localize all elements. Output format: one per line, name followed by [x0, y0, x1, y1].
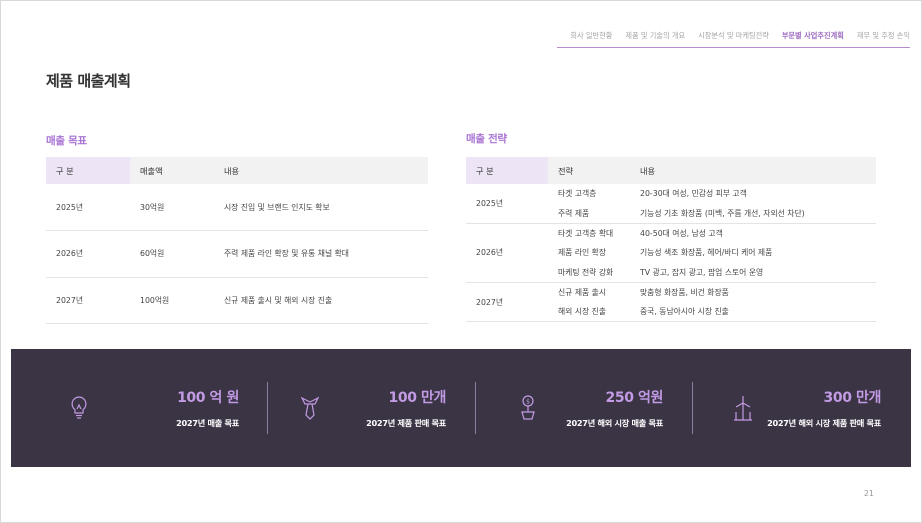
cell-amount: 60억원: [130, 230, 214, 278]
cell-content: 주력 제품 라인 확장 및 유통 채널 확대: [214, 230, 428, 278]
cell-amount: 100억원: [130, 277, 214, 324]
header-strategy: 전략: [548, 157, 630, 184]
cell-content: 기능성 기초 화장품 (미백, 주름 개선, 자외선 차단): [630, 203, 876, 224]
stat-overseas-sales: $ 250 억원 2027년 해외 시장 매출 목표: [516, 382, 663, 434]
table-row: 2027년 100억원 신규 제품 출시 및 해외 시장 진출: [46, 277, 428, 324]
stat-label: 2027년 매출 목표: [176, 418, 239, 428]
money-plant-icon: $: [521, 395, 535, 420]
header-content: 내용: [630, 157, 876, 184]
cell-content: 맞춤형 화장품, 비건 화장품: [640, 288, 729, 298]
sales-strategy-table: 구 분 전략 내용 2025년 타겟 고객층 20-30대 여성, 민감성 피부…: [466, 157, 876, 323]
cell-strategy: 주력 제품: [548, 203, 630, 224]
stat-label: 2027년 해외 시장 매출 목표: [566, 418, 663, 428]
necktie-icon: [300, 396, 320, 420]
cell-content: 20-30대 여성, 민감성 피부 고객: [640, 189, 747, 199]
stat-sales-target: 100 억 원 2027년 매출 목표: [67, 382, 239, 434]
sales-target-title: 매출 목표: [46, 135, 87, 147]
stat-value: 300 만개: [823, 390, 882, 406]
table-row: 2027년 신규 제품 출시 맞춤형 화장품, 비건 화장품: [466, 282, 876, 323]
table-header-row: 구 분 매출액 내용: [46, 157, 428, 184]
cell-content: 40-50대 여성, 남성 고객: [640, 228, 723, 238]
nav-item-company-overview[interactable]: 회사 일반현황: [570, 31, 612, 41]
stat-value: 100 억 원: [177, 390, 239, 406]
stat-label: 2027년 제품 판매 목표: [366, 418, 446, 428]
cell-strategy: 타겟 고객층: [558, 189, 597, 199]
cell-year: 2025년: [46, 184, 130, 231]
sales-strategy-title: 매출 전략: [466, 133, 507, 145]
lightbulb-icon: [71, 396, 87, 419]
stats-band: 100 억 원 2027년 매출 목표 100 만개 2027년 제품 판매 목…: [11, 349, 911, 467]
stat-product-sales: 100 만개 2027년 제품 판매 목표: [298, 382, 446, 434]
cell-content: 중국, 동남아시아 시장 진출: [630, 302, 876, 323]
stat-value: 250 억원: [605, 390, 664, 406]
cell-strategy: 제품 라인 확장: [558, 248, 606, 258]
stat-overseas-units: 300 만개 2027년 해외 시장 제품 판매 목표: [731, 382, 881, 434]
header-amount: 매출액: [130, 157, 214, 184]
svg-text:$: $: [526, 399, 530, 406]
header-category: 구 분: [466, 157, 548, 184]
header-content: 내용: [214, 157, 428, 184]
page-title: 제품 매출계획: [46, 72, 131, 90]
cell-strategy: 타겟 고객층 확대: [558, 228, 614, 238]
table-row: 2026년 60억원 주력 제품 라인 확장 및 유통 채널 확대: [46, 230, 428, 278]
cell-year: 2026년: [466, 223, 548, 283]
cell-strategy: 마케팅 전략 강화: [548, 262, 630, 283]
stat-value: 100 만개: [388, 390, 447, 406]
nav-item-finance[interactable]: 재무 및 추정 손익: [857, 31, 910, 41]
nav-item-business-plan[interactable]: 부문별 사업추진계획: [782, 31, 844, 41]
cell-strategy: 신규 제품 출시: [558, 288, 606, 298]
divider: [475, 382, 476, 434]
page-number: 21: [863, 489, 874, 498]
wind-turbine-icon: [734, 396, 752, 421]
divider: [267, 382, 268, 434]
cell-amount: 30억원: [130, 184, 214, 231]
cell-year: 2027년: [466, 282, 548, 323]
top-navigation: 회사 일반현황 제품 및 기술의 개요 시장분석 및 마케팅전략 부문별 사업추…: [557, 31, 910, 48]
cell-content: TV 광고, 잡지 광고, 팝업 스토어 운영: [630, 262, 876, 283]
table-row: 2025년 타겟 고객층 20-30대 여성, 민감성 피부 고객: [466, 184, 876, 224]
cell-year: 2026년: [46, 230, 130, 278]
cell-content: 신규 제품 출시 및 해외 시장 진출: [214, 277, 428, 324]
header-category: 구 분: [46, 157, 130, 184]
cell-year: 2027년: [46, 277, 130, 324]
divider: [692, 382, 693, 434]
cell-year: 2025년: [466, 184, 548, 224]
sales-target-table: 구 분 매출액 내용 2025년 30억원 시장 진입 및 브랜드 인지도 확보…: [46, 157, 428, 324]
cell-strategy: 해외 시장 진출: [548, 302, 630, 323]
stat-label: 2027년 해외 시장 제품 판매 목표: [767, 418, 881, 428]
cell-content: 기능성 색조 화장품, 헤어/바디 케어 제품: [640, 248, 773, 258]
nav-item-market-analysis[interactable]: 시장분석 및 마케팅전략: [698, 31, 769, 41]
nav-item-product-tech[interactable]: 제품 및 기술의 개요: [625, 31, 685, 41]
table-header-row: 구 분 전략 내용: [466, 157, 876, 184]
table-row: 2025년 30억원 시장 진입 및 브랜드 인지도 확보: [46, 184, 428, 231]
cell-content: 시장 진입 및 브랜드 인지도 확보: [214, 184, 428, 231]
table-row: 2026년 타겟 고객층 확대 40-50대 여성, 남성 고객: [466, 223, 876, 283]
